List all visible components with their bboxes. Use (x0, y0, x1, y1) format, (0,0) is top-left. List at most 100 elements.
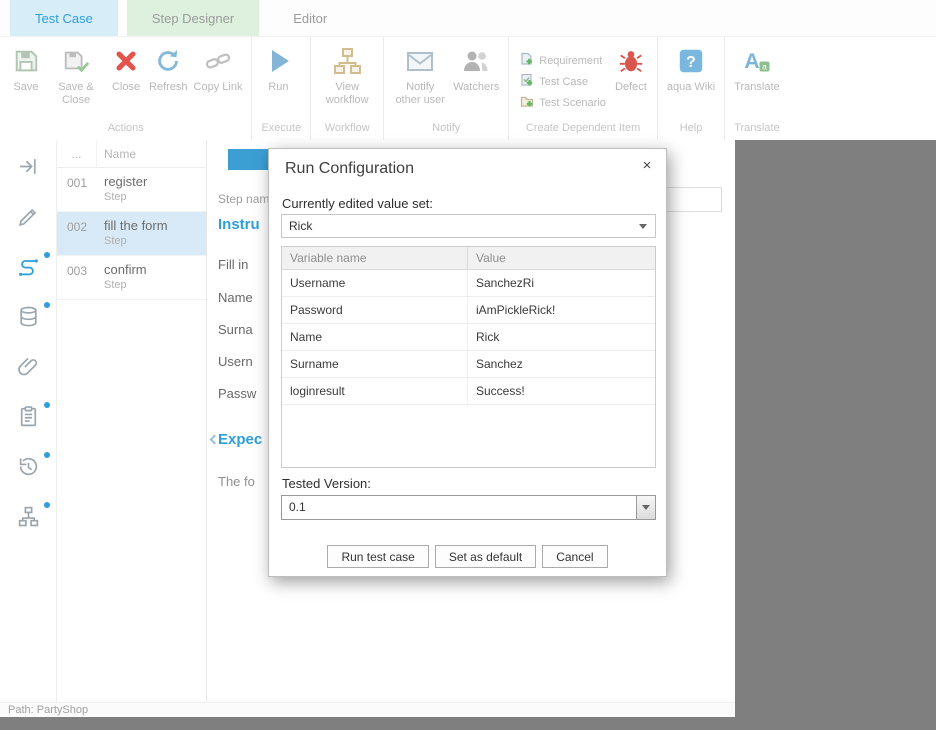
window-chrome: Test Case Step Designer Editor Save Save… (0, 0, 936, 140)
close-button[interactable]: Close (106, 44, 146, 96)
tab-step-designer[interactable]: Step Designer (127, 0, 259, 36)
steps-route-icon (17, 255, 40, 278)
create-test-case-button[interactable]: Test Case (517, 73, 609, 90)
step-name: fill the form (104, 218, 168, 233)
workflow-icon (332, 46, 362, 76)
step-row[interactable]: 001 register Step (57, 168, 206, 212)
create-requirement-button[interactable]: Requirement (517, 52, 609, 69)
refresh-button[interactable]: Refresh (146, 44, 191, 96)
tab-test-case[interactable]: Test Case (10, 0, 118, 36)
path-label: Path: PartyShop (8, 704, 88, 716)
sidebar-item-attachments[interactable] (17, 355, 40, 378)
notify-other-user-button-label: Notify other user (393, 81, 447, 107)
translate-icon: Aa (742, 46, 772, 76)
sidebar-item-edit[interactable] (17, 205, 40, 228)
variable-name-cell: Username (282, 270, 468, 296)
copy-link-button-label: Copy Link (194, 81, 243, 94)
column-header-menu: ... (57, 140, 97, 167)
sidebar-item-steps[interactable] (17, 255, 40, 278)
variable-value-cell[interactable]: iAmPickleRick! (468, 297, 655, 323)
sitemap-icon (17, 505, 40, 528)
run-configuration-dialog: Run Configuration × Currently edited val… (268, 148, 667, 577)
ribbon-group-label-notify: Notify (387, 120, 505, 140)
step-number: 003 (57, 256, 97, 299)
variable-value-cell[interactable]: Sanchez (468, 351, 655, 377)
create-defect-button[interactable]: Defect (611, 44, 651, 96)
ribbon-group-actions: Save Save & Close Close (0, 37, 252, 140)
field-label-surname: Surna (218, 322, 253, 337)
variable-name-cell: loginresult (282, 378, 468, 404)
variable-value-cell[interactable]: Success! (468, 378, 655, 404)
instructions-heading: Instru (218, 216, 260, 233)
variable-value-cell[interactable]: SanchezRi (468, 270, 655, 296)
envelope-icon (405, 46, 435, 76)
aqua-wiki-button[interactable]: ? aqua Wiki (664, 44, 718, 96)
notification-dot (44, 302, 50, 308)
save-button[interactable]: Save (6, 44, 46, 96)
dialog-close-button[interactable]: × (636, 155, 658, 177)
tab-bar: Test Case Step Designer Editor (0, 0, 936, 37)
save-button-label: Save (13, 81, 38, 94)
variable-row: loginresult Success! (282, 378, 655, 405)
svg-text:?: ? (686, 54, 696, 71)
step-type: Step (104, 191, 147, 203)
ribbon-group-label-help: Help (661, 120, 721, 140)
column-header-name: Name (97, 147, 136, 161)
notification-dot (44, 452, 50, 458)
copy-link-icon (203, 46, 233, 76)
variable-row: Password iAmPickleRick! (282, 297, 655, 324)
run-test-case-button[interactable]: Run test case (327, 545, 428, 568)
step-type: Step (104, 235, 168, 247)
sidebar-item-expand[interactable] (17, 155, 40, 178)
view-workflow-button[interactable]: View workflow (317, 44, 377, 109)
step-name: register (104, 174, 147, 189)
close-icon (111, 46, 141, 76)
help-question-icon: ? (676, 46, 706, 76)
column-header-variable-name: Variable name (282, 247, 468, 269)
tested-version-value: 0.1 (289, 500, 306, 514)
notification-dot (44, 402, 50, 408)
ribbon-group-notify: Notify other user Watchers Notify (384, 37, 509, 140)
svg-text:A: A (744, 50, 759, 73)
step-row-selected[interactable]: 002 fill the form Step (57, 212, 206, 256)
aqua-wiki-button-label: aqua Wiki (667, 81, 715, 94)
cancel-button[interactable]: Cancel (542, 545, 607, 568)
variable-value-cell[interactable]: Rick (468, 324, 655, 350)
combo-dropdown-button[interactable] (636, 496, 655, 519)
steps-list-header: ... Name (57, 140, 206, 168)
expand-arrow-icon (17, 155, 40, 178)
ribbon: Save Save & Close Close (0, 37, 936, 140)
copy-link-button[interactable]: Copy Link (191, 44, 246, 96)
step-name: confirm (104, 262, 147, 277)
steps-list-panel: ... Name 001 register Step 002 fill the … (57, 140, 207, 702)
translate-button[interactable]: Aa Translate (731, 44, 782, 96)
ribbon-group-label-actions: Actions (3, 120, 248, 140)
instruction-text: Fill in (218, 257, 248, 272)
watchers-button-label: Watchers (453, 81, 499, 94)
watchers-icon (461, 46, 491, 76)
run-button[interactable]: Run (258, 44, 298, 96)
variables-table-header: Variable name Value (282, 247, 655, 270)
watchers-button[interactable]: Watchers (450, 44, 502, 96)
create-defect-label: Defect (615, 81, 647, 94)
notify-other-user-button[interactable]: Notify other user (390, 44, 450, 109)
sidebar-item-dependencies[interactable] (17, 505, 40, 528)
translate-button-label: Translate (734, 81, 779, 94)
step-row[interactable]: 003 confirm Step (57, 256, 206, 300)
tab-editor[interactable]: Editor (268, 0, 352, 36)
value-set-dropdown[interactable]: Rick (281, 214, 656, 238)
history-clock-icon (17, 455, 40, 478)
ribbon-group-label-create-dependent-item: Create Dependent Item (512, 120, 654, 140)
chevron-down-icon (642, 505, 650, 510)
set-as-default-button[interactable]: Set as default (435, 545, 536, 568)
variables-table: Variable name Value Username SanchezRi P… (281, 246, 656, 468)
sidebar-item-data[interactable] (17, 305, 40, 328)
create-test-case-label: Test Case (539, 76, 588, 88)
save-and-close-button[interactable]: Save & Close (46, 44, 106, 109)
value-set-selected-value: Rick (289, 219, 312, 233)
tested-version-combobox[interactable]: 0.1 (281, 495, 656, 520)
sidebar-item-history[interactable] (17, 455, 40, 478)
requirement-add-icon (520, 52, 534, 69)
sidebar-item-details[interactable] (17, 405, 40, 428)
create-test-scenario-button[interactable]: Test Scenario (517, 94, 609, 111)
